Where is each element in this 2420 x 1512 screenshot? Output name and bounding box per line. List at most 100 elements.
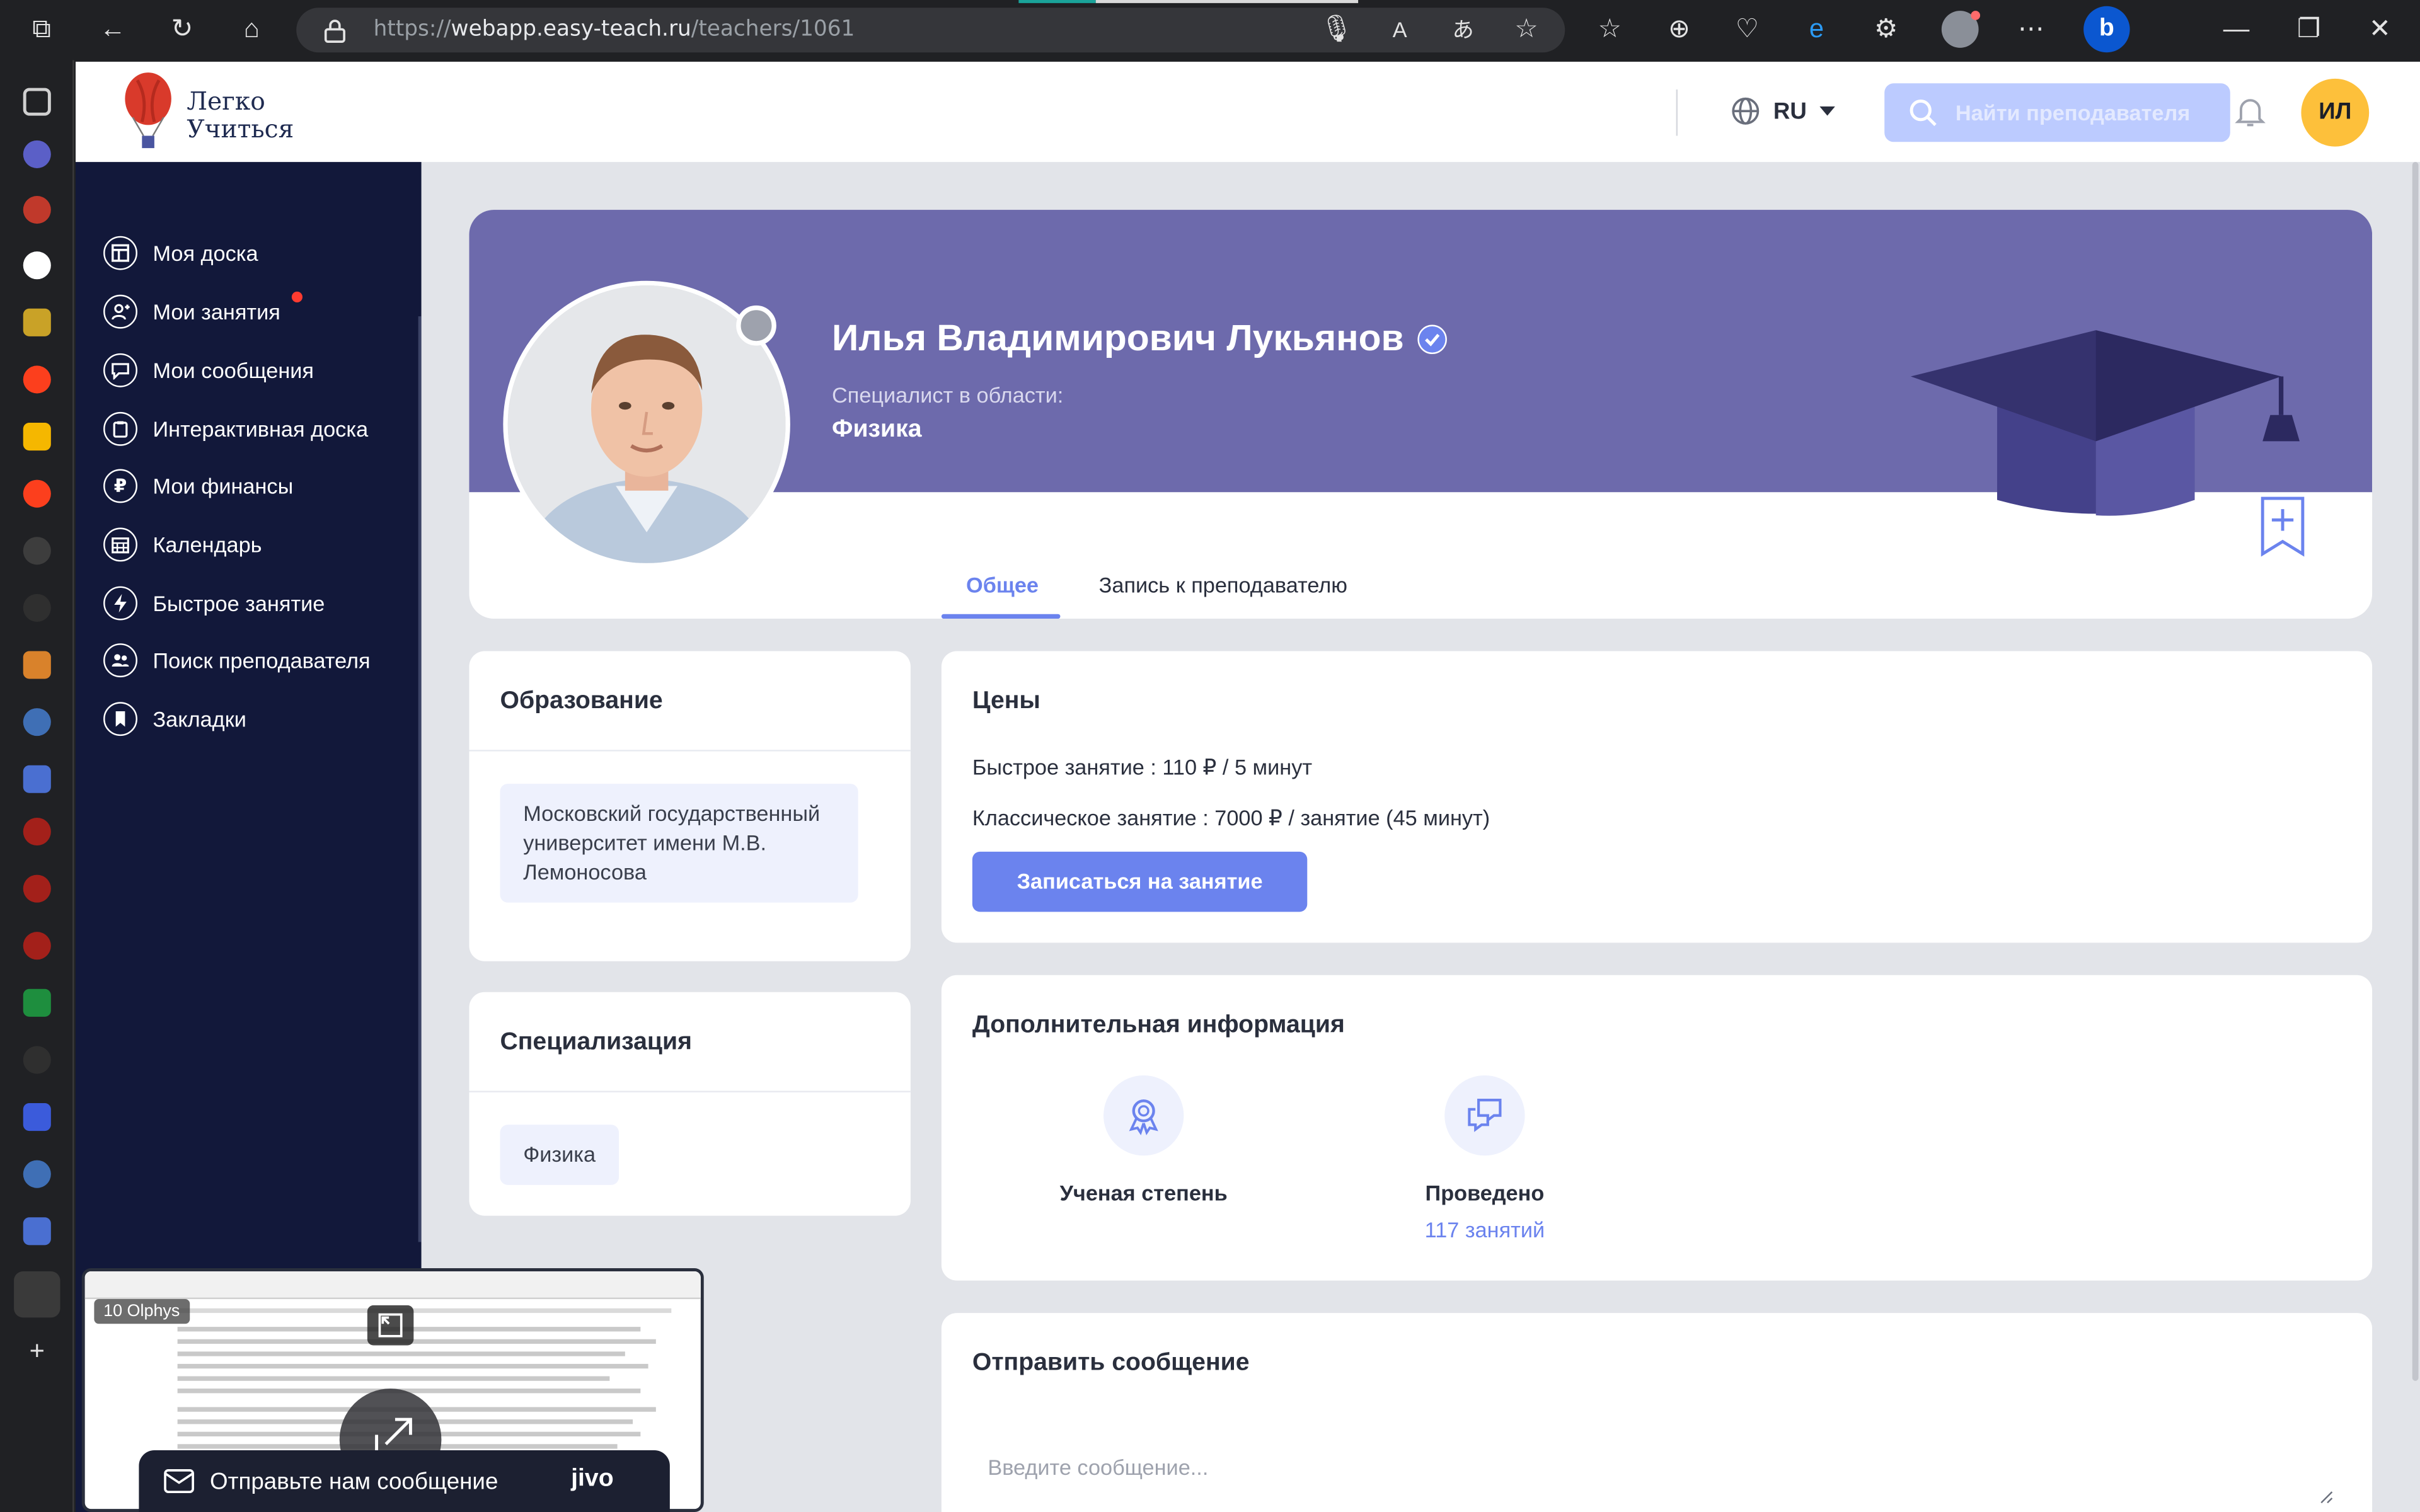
lightning-icon: [103, 586, 137, 621]
tab-actions-icon[interactable]: ⧉: [25, 13, 59, 47]
tab-general[interactable]: Общее: [966, 573, 1039, 597]
exit-pip-button[interactable]: [367, 1305, 414, 1346]
translate-icon[interactable]: あ: [1446, 13, 1480, 47]
jivo-logo: jivo: [571, 1465, 614, 1492]
tab-cube-icon-2[interactable]: [23, 1217, 51, 1246]
minimize-icon[interactable]: —: [2220, 13, 2254, 47]
sidebar-item-dashboard[interactable]: Моя доска: [103, 231, 258, 275]
online-status-indicator: [736, 305, 776, 346]
loading-indicator: [1018, 0, 1096, 3]
main-content: Илья Владимирович Лукьянов Специалист в …: [422, 162, 2412, 1512]
tab-chart-icon[interactable]: [23, 988, 51, 1017]
tab-planet-icon[interactable]: [23, 708, 51, 736]
tab-yandex-icon-2[interactable]: [23, 479, 51, 508]
sidebar-item-whiteboard[interactable]: Интерактивная доска: [103, 408, 368, 451]
favorites-icon[interactable]: ☆: [1593, 13, 1627, 47]
globe-icon: [1732, 97, 1760, 125]
jivo-chat-widget[interactable]: Отправьте нам сообщение jivo: [139, 1450, 670, 1512]
tab-planet-icon-2[interactable]: [23, 1160, 51, 1188]
restore-icon[interactable]: ❐: [2292, 13, 2326, 47]
header-divider: [1676, 89, 1678, 136]
preview-text-line: [177, 1339, 656, 1344]
balloon-logo-icon[interactable]: [124, 71, 173, 154]
active-tab-indicator: [941, 614, 1061, 619]
microphone-icon[interactable]: 🎙: [1320, 13, 1354, 47]
browser-toolbar: ⧉ ← ↻ ⌂ https://webapp.easy-teach.ru/tea…: [0, 0, 2420, 60]
refresh-icon[interactable]: ↻: [165, 13, 199, 47]
preview-text-line: [177, 1376, 610, 1381]
edge-ie-icon[interactable]: e: [1800, 13, 1834, 47]
app-header: Легко Учиться RU Найти преподавателя ИЛ: [76, 61, 2420, 163]
vertical-tabs-icon[interactable]: [23, 88, 51, 116]
message-textarea[interactable]: Введите сообщение...: [972, 1433, 2341, 1510]
sidebar-item-calendar[interactable]: Календарь: [103, 523, 262, 566]
education-card: Образование Московский государственный у…: [469, 651, 911, 961]
sidebar-item-bookmarks[interactable]: Закладки: [103, 697, 246, 741]
sidebar-item-label: Быстрое занятие: [153, 590, 325, 616]
browser-side-panel: +: [0, 60, 74, 1512]
tab-favicon-icon[interactable]: [23, 140, 51, 168]
tab-booking[interactable]: Запись к преподавателю: [1099, 573, 1347, 597]
new-tab-icon[interactable]: +: [20, 1334, 54, 1368]
tab-active-pdf-icon[interactable]: [14, 1271, 60, 1318]
search-icon: [1910, 99, 1937, 127]
close-window-icon[interactable]: ✕: [2363, 13, 2397, 47]
conducted-value[interactable]: 117 занятий: [1361, 1217, 1608, 1242]
tab-yandex-icon[interactable]: [23, 365, 51, 394]
favorite-star-icon[interactable]: ☆: [1509, 13, 1543, 47]
specialization-divider: [469, 1091, 911, 1092]
teacher-name: Илья Владимирович Лукьянов: [832, 318, 1447, 361]
tab-balloon-icon-4[interactable]: [23, 932, 51, 960]
address-bar[interactable]: https://webapp.easy-teach.ru/teachers/10…: [296, 8, 1565, 53]
home-icon[interactable]: ⌂: [234, 13, 268, 47]
tab-gallery-icon[interactable]: [23, 423, 51, 451]
jivo-label: Отправьте нам сообщение: [210, 1468, 498, 1494]
extensions-icon[interactable]: ⚙: [1869, 13, 1903, 47]
more-options-icon[interactable]: ⋯: [2014, 13, 2048, 47]
tab-apple-icon[interactable]: [23, 251, 51, 280]
additional-title: Дополнительная информация: [972, 1012, 1345, 1039]
teacher-name-text: Илья Владимирович Лукьянов: [832, 318, 1404, 360]
message-placeholder: Введите сообщение...: [988, 1455, 1209, 1480]
tab-balloon-icon-2[interactable]: [23, 817, 51, 846]
book-lesson-button[interactable]: Записаться на занятие: [972, 851, 1308, 912]
specialty-value: Физика: [832, 416, 922, 443]
tab-mail-icon[interactable]: [23, 651, 51, 679]
url-text: https://webapp.easy-teach.ru/teachers/10…: [373, 16, 855, 42]
read-aloud-icon[interactable]: A: [1383, 13, 1417, 47]
sidebar-item-quick-lesson[interactable]: Быстрое занятие: [103, 581, 325, 625]
tab-image-icon[interactable]: [23, 308, 51, 336]
conducted-label: Проведено: [1425, 1180, 1545, 1205]
resize-handle-icon[interactable]: [2318, 1489, 2333, 1504]
sidebar-item-teacher-search[interactable]: Поиск преподавателя: [103, 639, 371, 682]
verified-badge-icon: [1417, 324, 1447, 355]
collections-icon[interactable]: ⊕: [1662, 13, 1697, 47]
sidebar-item-finances[interactable]: ₽ Мои финансы: [103, 464, 293, 508]
page-scrollbar-track[interactable]: [2412, 162, 2420, 1512]
preview-toolbar: [84, 1271, 701, 1300]
specialization-card: Специализация Физика: [469, 992, 911, 1216]
teacher-search-input[interactable]: Найти преподавателя: [1884, 83, 2230, 142]
tab-balloon-icon[interactable]: [23, 196, 51, 224]
health-icon[interactable]: ♡: [1730, 13, 1764, 47]
messages-icon: [103, 353, 137, 387]
tab-cube-icon[interactable]: [23, 765, 51, 793]
back-icon[interactable]: ←: [96, 13, 130, 47]
sidebar-item-lessons[interactable]: Мои занятия: [103, 290, 303, 333]
sidebar-item-label: Моя доска: [153, 241, 258, 266]
language-selector[interactable]: RU: [1730, 96, 1835, 127]
bell-icon[interactable]: [2232, 93, 2269, 130]
tab-bulb-icon-2[interactable]: [23, 593, 51, 622]
sidebar-item-messages[interactable]: Мои сообщения: [103, 348, 314, 392]
sidebar-item-label: Мои сообщения: [153, 358, 314, 383]
tab-balloon-icon-3[interactable]: [23, 874, 51, 903]
add-bookmark-icon[interactable]: [2259, 495, 2305, 557]
user-avatar[interactable]: ИЛ: [2301, 78, 2370, 147]
tab-bulb-icon[interactable]: [23, 537, 51, 565]
page-scrollbar-thumb[interactable]: [2412, 162, 2419, 1381]
tab-bulb-icon-3[interactable]: [23, 1046, 51, 1074]
prices-card: Цены Быстрое занятие : 110 ₽ / 5 минут К…: [941, 651, 2373, 943]
tab-calendar-icon[interactable]: [23, 1103, 51, 1131]
dashboard-icon: [103, 236, 137, 270]
bing-copilot-icon[interactable]: b: [2083, 6, 2130, 53]
